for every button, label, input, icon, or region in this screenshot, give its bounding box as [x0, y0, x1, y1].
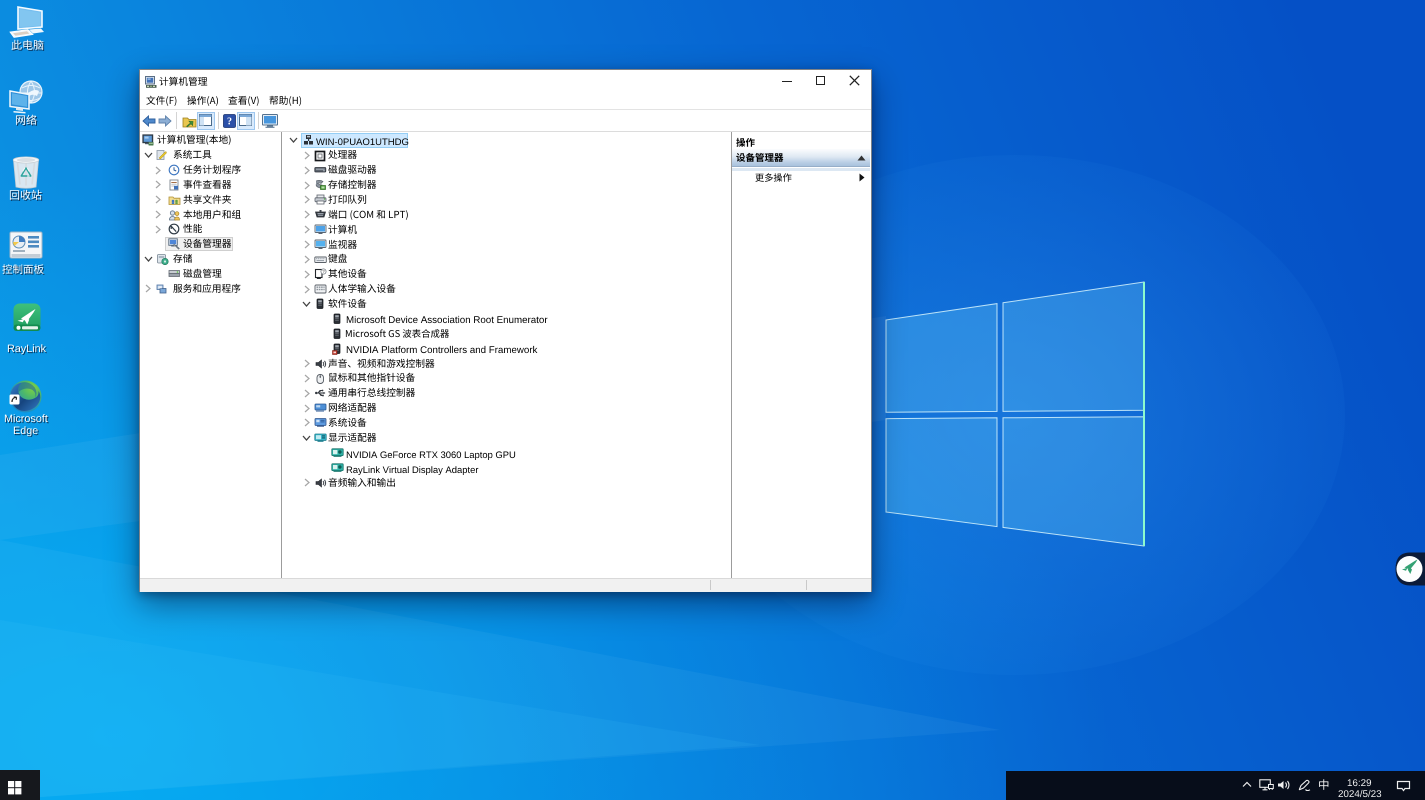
svg-text:?: ?	[227, 116, 232, 127]
